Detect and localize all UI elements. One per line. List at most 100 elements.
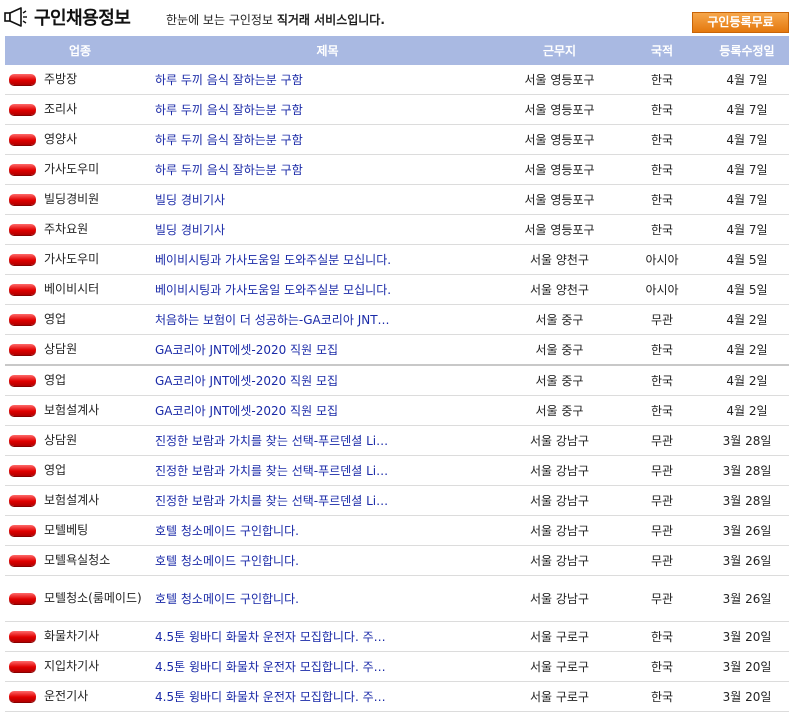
table-row[interactable]: 보험설계사 진정한 보람과 가치를 찾는 선택-푸르덴셜 Li… 서울 강남구 무관 3… [5,485,789,516]
category-label: 보험설계사 [44,403,100,417]
location-cell: 서울 양천구 [500,244,619,275]
nationality-cell: 한국 [619,154,705,185]
job-title-link[interactable]: 하루 두끼 음식 잘하는분 구함 [155,71,500,88]
table-row[interactable]: 베이비시터 베이비시팅과 가사도움일 도와주실분 모십니다. 서울 양천구 아시아 4월… [5,274,789,305]
job-title-link[interactable]: 빌딩 경비기사 [155,191,500,208]
red-bullet-icon [9,661,36,672]
category-label: 영업 [44,373,67,387]
table-row[interactable]: 화물차기사 4.5톤 윙바디 화물차 운전자 모집합니다. 주… 서울 구로구 한국 3… [5,621,789,652]
location-cell: 서울 중구 [500,395,619,426]
location-cell: 서울 구로구 [500,621,619,652]
table-row[interactable]: 보험설계사 GA코리아 JNT에셋-2020 직원 모집 서울 중구 한국 4월 2일 [5,395,789,426]
table-row[interactable]: 주차요원 빌딩 경비기사 서울 영등포구 한국 4월 7일 [5,214,789,245]
job-title-link[interactable]: 호텔 청소메이드 구인합니다. [155,522,500,539]
date-cell: 4월 2일 [705,395,789,426]
job-title-link[interactable]: 하루 두끼 음식 잘하는분 구함 [155,101,500,118]
register-job-button[interactable]: 구인등록무료 [692,12,789,33]
table-row[interactable]: 영양사 하루 두끼 음식 잘하는분 구함 서울 영등포구 한국 4월 7일 [5,124,789,155]
job-title-link[interactable]: 베이비시팅과 가사도움일 도와주실분 모십니다. [155,251,500,268]
job-title-link[interactable]: 호텔 청소메이드 구인합니다. [155,590,500,607]
red-bullet-icon [9,224,36,235]
date-cell: 4월 2일 [705,365,789,396]
date-cell: 4월 7일 [705,154,789,185]
title-cell: 하루 두끼 음식 잘하는분 구함 [155,65,500,95]
category-cell: 운전기사 [5,681,155,712]
nationality-cell: 무관 [619,515,705,546]
category-cell: 영업 [5,304,155,335]
nationality-cell: 무관 [619,425,705,456]
category-label: 화물차기사 [44,629,100,643]
category-cell: 조리사 [5,94,155,125]
location-cell: 서울 강남구 [500,545,619,576]
table-row[interactable]: 영업 GA코리아 JNT에셋-2020 직원 모집 서울 중구 한국 4월 2일 [5,365,789,396]
table-row[interactable]: 가사도우미 하루 두끼 음식 잘하는분 구함 서울 영등포구 한국 4월 7일 [5,154,789,185]
table-row[interactable]: 상담원 GA코리아 JNT에셋-2020 직원 모집 서울 중구 한국 4월 2일 [5,334,789,366]
category-cell: 베이비시터 [5,274,155,305]
table-row[interactable]: 빌딩경비원 빌딩 경비기사 서울 영등포구 한국 4월 7일 [5,184,789,215]
job-title-link[interactable]: 4.5톤 윙바디 화물차 운전자 모집합니다. 주… [155,628,500,645]
table-row[interactable]: 모텔청소(룸메이드) 호텔 청소메이드 구인합니다. 서울 강남구 무관 3월 26일 [5,575,789,622]
job-title-link[interactable]: 호텔 청소메이드 구인합니다. [155,552,500,569]
date-cell: 4월 7일 [705,214,789,245]
category-label: 영업 [44,312,67,326]
category-cell: 주방장 [5,65,155,95]
job-title-link[interactable]: 진정한 보람과 가치를 찾는 선택-푸르덴셜 Li… [155,462,500,479]
category-cell: 상담원 [5,425,155,456]
nationality-cell: 한국 [619,184,705,215]
title-cell: 진정한 보람과 가치를 찾는 선택-푸르덴셜 Li… [155,485,500,516]
job-title-link[interactable]: 4.5톤 윙바디 화물차 운전자 모집합니다. 주… [155,658,500,675]
job-title-link[interactable]: 빌딩 경비기사 [155,221,500,238]
category-label: 주방장 [44,72,78,86]
location-cell: 서울 구로구 [500,651,619,682]
table-row[interactable]: 운전기사 4.5톤 윙바디 화물차 운전자 모집합니다. 주… 서울 구로구 한국 3월… [5,681,789,712]
nationality-cell: 한국 [619,94,705,125]
red-bullet-icon [9,104,36,115]
category-label: 모텔청소(룸메이드) [44,591,142,605]
job-title-link[interactable]: 4.5톤 윙바디 화물차 운전자 모집합니다. 주… [155,688,500,705]
nationality-cell: 무관 [619,455,705,486]
table-row[interactable]: 모텔베팅 호텔 청소메이드 구인합니다. 서울 강남구 무관 3월 26일 [5,515,789,546]
table-row[interactable]: 상담원 진정한 보람과 가치를 찾는 선택-푸르덴셜 Li… 서울 강남구 무관 3월 … [5,425,789,456]
table-row[interactable]: 지입차기사 4.5톤 윙바디 화물차 운전자 모집합니다. 주… 서울 구로구 한국 3… [5,651,789,682]
category-label: 모텔욕실청소 [44,553,111,567]
location-cell: 서울 강남구 [500,425,619,456]
table-header-row: 업종 제목 근무지 국적 등록수정일 [5,36,789,65]
job-title-link[interactable]: 진정한 보람과 가치를 찾는 선택-푸르덴셜 Li… [155,492,500,509]
nationality-cell: 아시아 [619,274,705,305]
table-row[interactable]: 조리사 하루 두끼 음식 잘하는분 구함 서울 영등포구 한국 4월 7일 [5,94,789,125]
title-cell: 호텔 청소메이드 구인합니다. [155,515,500,546]
table-row[interactable]: 영업 처음하는 보험이 더 성공하는-GA코리아 JNT… 서울 중구 무관 4월 2일 [5,304,789,335]
job-title-link[interactable]: 처음하는 보험이 더 성공하는-GA코리아 JNT… [155,311,500,328]
title-cell: 베이비시팅과 가사도움일 도와주실분 모십니다. [155,274,500,305]
category-cell: 상담원 [5,334,155,366]
table-row[interactable]: 주방장 하루 두끼 음식 잘하는분 구함 서울 영등포구 한국 4월 7일 [5,65,789,95]
red-bullet-icon [9,495,36,506]
nationality-cell: 아시아 [619,244,705,275]
column-header-date: 등록수정일 [705,36,789,65]
category-cell: 보험설계사 [5,485,155,516]
date-cell: 4월 7일 [705,94,789,125]
category-cell: 보험설계사 [5,395,155,426]
job-title-link[interactable]: 하루 두끼 음식 잘하는분 구함 [155,131,500,148]
job-title-link[interactable]: 하루 두끼 음식 잘하는분 구함 [155,161,500,178]
table-row[interactable]: 영업 진정한 보람과 가치를 찾는 선택-푸르덴셜 Li… 서울 강남구 무관 3월 2… [5,455,789,486]
job-title-link[interactable]: 베이비시팅과 가사도움일 도와주실분 모십니다. [155,281,500,298]
location-cell: 서울 중구 [500,365,619,396]
location-cell: 서울 강남구 [500,575,619,622]
title-cell: GA코리아 JNT에셋-2020 직원 모집 [155,334,500,366]
subtitle-emphasis: 직거래 서비스입니다. [276,13,385,27]
column-header-category: 업종 [5,36,155,65]
job-title-link[interactable]: 진정한 보람과 가치를 찾는 선택-푸르덴셜 Li… [155,432,500,449]
red-bullet-icon [9,375,36,386]
subtitle-text: 한눈에 보는 구인정보 [166,13,277,27]
title-cell: 하루 두끼 음식 잘하는분 구함 [155,124,500,155]
table-row[interactable]: 모텔욕실청소 호텔 청소메이드 구인합니다. 서울 강남구 무관 3월 26일 [5,545,789,576]
job-title-link[interactable]: GA코리아 JNT에셋-2020 직원 모집 [155,402,500,419]
job-title-link[interactable]: GA코리아 JNT에셋-2020 직원 모집 [155,341,500,358]
table-row[interactable]: 가사도우미 베이비시팅과 가사도움일 도와주실분 모십니다. 서울 양천구 아시아 4월… [5,244,789,275]
page-header: 구인채용정보 한눈에 보는 구인정보 직거래 서비스입니다. 구인등록무료 [0,0,800,36]
category-label: 보험설계사 [44,493,100,507]
job-title-link[interactable]: GA코리아 JNT에셋-2020 직원 모집 [155,372,500,389]
category-label: 가사도우미 [44,162,100,176]
category-cell: 빌딩경비원 [5,184,155,215]
